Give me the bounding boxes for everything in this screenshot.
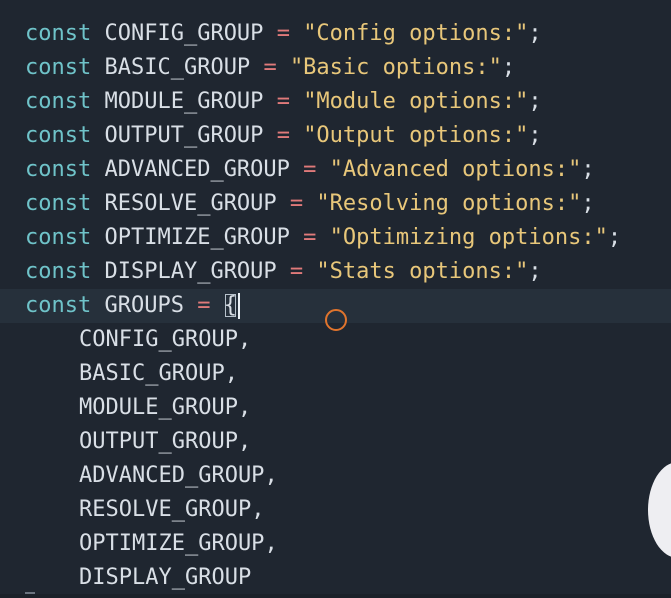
operator: = [303, 225, 317, 250]
identifier: RESOLVE_GROUP [104, 191, 277, 216]
operator: = [197, 293, 211, 318]
identifier: OUTPUT_GROUP [104, 123, 264, 148]
keyword: const [25, 55, 92, 80]
code-line[interactable]: const CONFIG_GROUP = "Config options:"; [0, 17, 671, 51]
punctuation: ; [528, 123, 542, 148]
code-line[interactable]: OPTIMIZE_GROUP, [0, 527, 671, 561]
keyword: const [25, 191, 92, 216]
code-line[interactable]: const BASIC_GROUP = "Basic options:"; [0, 51, 671, 85]
identifier: ADVANCED_GROUP [104, 157, 290, 182]
code-line[interactable]: const OUTPUT_GROUP = "Output options:"; [0, 119, 671, 153]
operator: = [263, 55, 277, 80]
code-line[interactable]: const DISPLAY_GROUP = "Stats options:"; [0, 255, 671, 289]
code-line[interactable]: const MODULE_GROUP = "Module options:"; [0, 85, 671, 119]
operator: = [303, 157, 317, 182]
string-literal: "Basic options:" [289, 55, 502, 80]
string-literal: "Resolving options:" [316, 191, 582, 216]
string-literal: "Output options:" [303, 123, 529, 148]
keyword: const [25, 259, 92, 284]
identifier: DISPLAY_GROUP [79, 565, 252, 590]
code-line[interactable]: ADVANCED_GROUP, [0, 459, 671, 493]
punctuation: ; [607, 225, 622, 250]
punctuation: , [237, 395, 252, 420]
operator: = [276, 89, 290, 114]
punctuation: ; [581, 191, 595, 216]
string-literal: "Optimizing options:" [329, 225, 608, 250]
mouse-cursor-highlight [325, 309, 347, 331]
punctuation: , [237, 327, 252, 352]
identifier: RESOLVE_GROUP [79, 497, 252, 522]
punctuation: , [237, 429, 252, 454]
text-cursor [237, 293, 240, 319]
identifier: OUTPUT_GROUP [79, 429, 238, 454]
keyword: const [25, 123, 92, 148]
code-editor[interactable]: const CONFIG_GROUP = "Config options:"; … [0, 0, 671, 598]
code-line[interactable]: const OPTIMIZE_GROUP = "Optimizing optio… [0, 221, 671, 255]
code-line[interactable]: RESOLVE_GROUP, [0, 493, 671, 527]
keyword: const [25, 89, 92, 114]
identifier: MODULE_GROUP [104, 89, 264, 114]
punctuation: ; [501, 55, 516, 80]
punctuation: , [264, 463, 278, 488]
code-line[interactable]: MODULE_GROUP, [0, 391, 671, 425]
identifier: OPTIMIZE_GROUP [79, 531, 265, 556]
code-line[interactable]: DISPLAY_GROUP [0, 561, 671, 595]
operator: = [289, 191, 304, 216]
keyword: const [25, 293, 92, 318]
identifier: GROUPS [104, 293, 184, 318]
identifier: BASIC_GROUP [79, 361, 225, 386]
operator: = [276, 21, 290, 46]
operator: = [289, 259, 304, 284]
identifier: BASIC_GROUP [104, 55, 251, 80]
punctuation: ; [528, 89, 542, 114]
horizontal-scrollbar[interactable] [0, 594, 671, 598]
identifier: CONFIG_GROUP [104, 21, 264, 46]
identifier: CONFIG_GROUP [79, 327, 238, 352]
code-line[interactable]: const RESOLVE_GROUP = "Resolving options… [0, 187, 671, 221]
identifier: ADVANCED_GROUP [79, 463, 265, 488]
operator: = [276, 123, 290, 148]
string-literal: "Advanced options:" [329, 157, 582, 182]
keyword: const [25, 157, 92, 182]
code-line[interactable]: BASIC_GROUP, [0, 357, 671, 391]
code-line[interactable]: const ADVANCED_GROUP = "Advanced options… [0, 153, 671, 187]
string-literal: "Stats options:" [316, 259, 529, 284]
identifier: MODULE_GROUP [79, 395, 238, 420]
string-literal: "Config options:" [303, 21, 529, 46]
keyword: const [25, 225, 92, 250]
punctuation: , [264, 531, 278, 556]
identifier: DISPLAY_GROUP [104, 259, 277, 284]
punctuation: , [224, 361, 238, 386]
punctuation: ; [581, 157, 595, 182]
matched-brace: { [223, 293, 237, 318]
code-line[interactable]: OUTPUT_GROUP, [0, 425, 671, 459]
punctuation: , [251, 497, 265, 522]
keyword: const [25, 21, 92, 46]
punctuation: ; [528, 259, 542, 284]
identifier: OPTIMIZE_GROUP [104, 225, 290, 250]
punctuation: ; [528, 21, 542, 46]
string-literal: "Module options:" [303, 89, 529, 114]
